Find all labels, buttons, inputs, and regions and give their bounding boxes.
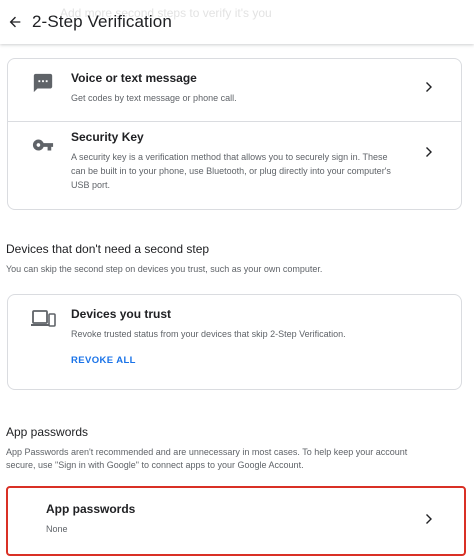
devices-icon: [31, 310, 56, 327]
revoke-all-button[interactable]: REVOKE ALL: [71, 355, 136, 366]
devices-you-trust-description: Revoke trusted status from your devices …: [71, 329, 346, 339]
chevron-right-icon: [426, 147, 432, 157]
devices-you-trust-card: Devices you trust Revoke trusted status …: [7, 294, 462, 390]
voice-item-title: Voice or text message: [71, 71, 197, 85]
security-key-title: Security Key: [71, 130, 144, 144]
page-title: 2-Step Verification: [32, 12, 172, 31]
voice-or-text-message-item[interactable]: Voice or text message Get codes by text …: [8, 59, 461, 121]
devices-you-trust-title: Devices you trust: [71, 307, 172, 321]
security-key-description-line-1: A security key is a verification method …: [71, 152, 388, 162]
second-steps-card: Voice or text message Get codes by text …: [7, 58, 462, 210]
page: Add more second steps to verify it's you…: [0, 0, 474, 560]
sms-message-icon: [33, 73, 53, 93]
security-key-description-line-2: can be built in to your phone, use Bluet…: [71, 166, 391, 176]
chevron-right-icon: [426, 514, 432, 524]
app-passwords-item-value: None: [46, 524, 68, 534]
back-button[interactable]: [4, 10, 26, 34]
app-passwords-section-subtitle-line-1: App Passwords aren't recommended and are…: [6, 447, 408, 457]
devices-section-subtitle: You can skip the second step on devices …: [6, 264, 323, 274]
app-passwords-section-subtitle-line-2: secure, use "Sign in with Google" to con…: [6, 460, 304, 470]
arrow-back-icon: [9, 16, 21, 28]
app-passwords-item[interactable]: App passwords None: [6, 486, 466, 556]
app-bar: Add more second steps to verify it's you…: [0, 0, 474, 44]
security-key-description-line-3: USB port.: [71, 180, 111, 190]
devices-section-title: Devices that don't need a second step: [6, 242, 210, 256]
app-passwords-item-title: App passwords: [46, 502, 136, 516]
voice-item-description: Get codes by text message or phone call.: [71, 93, 237, 103]
chevron-right-icon: [426, 82, 432, 92]
app-passwords-section-title: App passwords: [6, 425, 89, 439]
key-icon: [32, 139, 54, 151]
security-key-item[interactable]: Security Key A security key is a verific…: [8, 121, 461, 212]
